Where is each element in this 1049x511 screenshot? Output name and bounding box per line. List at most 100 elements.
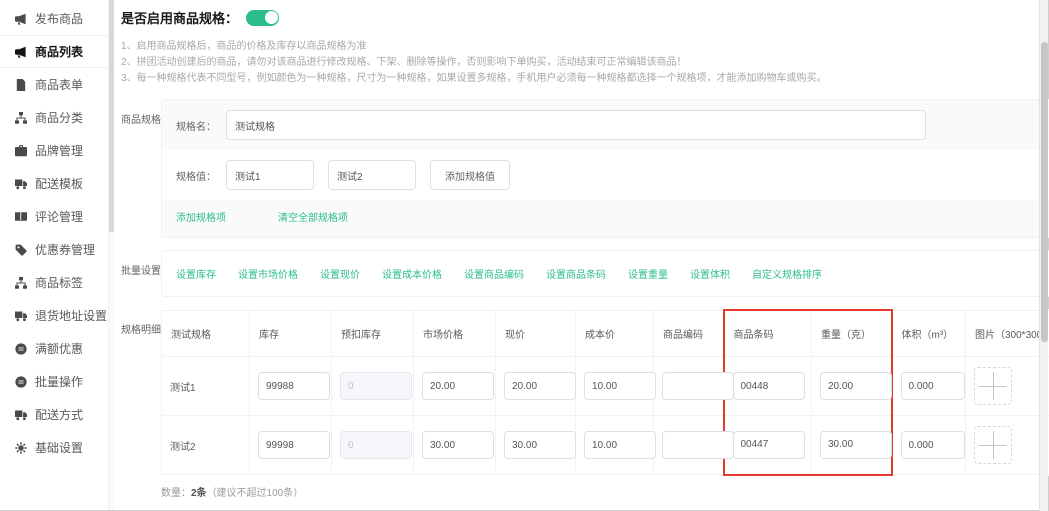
stock-input[interactable] [258, 372, 330, 400]
withhold-stock-input [340, 372, 412, 400]
sidebar-item-product-list[interactable]: 商品列表 [0, 35, 114, 68]
col-header-cost: 成本价 [576, 310, 654, 357]
market-price-input[interactable] [422, 372, 494, 400]
sidebar-item-delivery-template[interactable]: 配送模板 [0, 167, 114, 200]
col-header-volume: 体积（m³） [892, 310, 966, 357]
page-header: 是否启用商品规格： [121, 8, 1049, 27]
spec-value-input[interactable] [328, 160, 416, 190]
set-cost-price-link[interactable]: 设置成本价格 [382, 266, 442, 281]
volume-input[interactable] [901, 431, 965, 459]
tag-icon [15, 244, 27, 256]
set-price-link[interactable]: 设置现价 [320, 266, 360, 281]
col-header-price: 现价 [496, 310, 576, 357]
sidebar-item-product-category[interactable]: 商品分类 [0, 101, 114, 134]
product-code-input[interactable] [662, 372, 734, 400]
set-market-price-link[interactable]: 设置市场价格 [238, 266, 298, 281]
col-header-market-price: 市场价格 [414, 310, 496, 357]
stock-input[interactable] [258, 431, 330, 459]
set-volume-link[interactable]: 设置体积 [690, 266, 730, 281]
row-count-text: 数量：2条（建议不超过100条） [161, 484, 1049, 499]
barcode-input[interactable] [733, 372, 805, 400]
col-header-image: 图片（300*300） [966, 310, 1049, 357]
spec-detail-table: 测试规格 库存 预扣库存 市场价格 现价 成本价 商品编码 商品条码 重量（克）… [161, 309, 1049, 476]
cost-input[interactable] [584, 431, 656, 459]
main-content: 是否启用商品规格： 1、启用商品规格后，商品的价格及库存以商品规格为准 2、拼团… [114, 0, 1049, 510]
col-header-withhold-stock: 预扣库存 [332, 310, 414, 357]
sidebar-item-publish-product[interactable]: 发布商品 [0, 2, 114, 35]
megaphone-icon [15, 46, 27, 58]
gear-icon [15, 442, 27, 454]
col-header-barcode: 商品条码 [724, 310, 812, 357]
set-weight-link[interactable]: 设置重量 [628, 266, 668, 281]
set-stock-link[interactable]: 设置库存 [176, 266, 216, 281]
document-icon [15, 79, 27, 91]
sidebar-item-label: 评论管理 [35, 208, 83, 225]
page-scrollbar[interactable] [1039, 0, 1048, 511]
sidebar-item-product-tags[interactable]: 商品标签 [0, 266, 114, 299]
spec-detail-table-wrap: 测试规格 库存 预扣库存 市场价格 现价 成本价 商品编码 商品条码 重量（克）… [161, 309, 1049, 476]
sidebar-item-return-address[interactable]: 退货地址设置 [0, 299, 114, 332]
table-row: 测试1 [162, 357, 1049, 416]
volume-input[interactable] [901, 372, 965, 400]
spec-name-input[interactable] [226, 110, 926, 140]
custom-spec-sort-link[interactable]: 自定义规格排序 [752, 266, 822, 281]
spec-value-row: 规格值： 添加规格值 [162, 150, 1049, 200]
sidebar: 发布商品 商品列表 商品表单 商品分类 品牌管理 配送模板 评论管理 优惠券管 [0, 0, 114, 510]
sidebar-item-label: 商品分类 [35, 109, 83, 126]
spec-box: 规格名： 规格值： 添加规格值 添加规格项 清空全部规格项 [161, 99, 1049, 238]
image-upload-button[interactable] [974, 426, 1012, 464]
row-spec-name: 测试2 [162, 416, 250, 475]
col-header-spec: 测试规格 [162, 310, 250, 357]
sidebar-item-label: 优惠券管理 [35, 241, 95, 258]
set-product-code-link[interactable]: 设置商品编码 [464, 266, 524, 281]
add-spec-item-link[interactable]: 添加规格项 [176, 212, 226, 225]
sidebar-item-coupon-management[interactable]: 优惠券管理 [0, 233, 114, 266]
weight-input[interactable] [820, 431, 892, 459]
table-row: 测试2 [162, 416, 1049, 475]
clear-all-spec-link[interactable]: 清空全部规格项 [278, 212, 348, 225]
sidebar-item-label: 配送方式 [35, 406, 83, 423]
sidebar-item-delivery-method[interactable]: 配送方式 [0, 398, 114, 431]
briefcase-icon [15, 145, 27, 157]
enable-spec-toggle[interactable] [246, 10, 279, 26]
tip-line: 2、拼团活动创建后的商品，请勿对该商品进行修改规格、下架、删除等操作，否则影响下… [121, 55, 1049, 71]
batch-section-label: 批量设置 [121, 250, 161, 277]
sidebar-item-basic-settings[interactable]: 基础设置 [0, 431, 114, 464]
book-icon [15, 211, 27, 223]
sidebar-item-label: 基础设置 [35, 439, 83, 456]
coin-icon [15, 376, 27, 388]
sidebar-item-label: 品牌管理 [35, 142, 83, 159]
batch-box: 设置库存 设置市场价格 设置现价 设置成本价格 设置商品编码 设置商品条码 设置… [161, 250, 1049, 297]
weight-input[interactable] [820, 372, 892, 400]
image-upload-button[interactable] [974, 367, 1012, 405]
sidebar-item-product-form[interactable]: 商品表单 [0, 68, 114, 101]
market-price-input[interactable] [422, 431, 494, 459]
sidebar-item-label: 发布商品 [35, 10, 83, 27]
sidebar-item-label: 退货地址设置 [35, 307, 107, 324]
toggle-knob [265, 11, 278, 24]
tip-line: 1、启用商品规格后，商品的价格及库存以商品规格为准 [121, 39, 1049, 55]
sidebar-item-batch-operation[interactable]: 批量操作 [0, 365, 114, 398]
product-code-input[interactable] [662, 431, 734, 459]
spec-value-input[interactable] [226, 160, 314, 190]
price-input[interactable] [504, 372, 576, 400]
page-scrollbar-thumb[interactable] [1041, 42, 1048, 342]
detail-section: 规格明细 测试规格 库存 预扣库存 市场价格 现价 [121, 309, 1049, 476]
megaphone-icon [15, 13, 27, 25]
barcode-input[interactable] [733, 431, 805, 459]
sidebar-item-brand-management[interactable]: 品牌管理 [0, 134, 114, 167]
set-barcode-link[interactable]: 设置商品条码 [546, 266, 606, 281]
cost-input[interactable] [584, 372, 656, 400]
spec-section-label: 商品规格 [121, 99, 161, 126]
spec-name-label: 规格名： [176, 118, 216, 133]
sidebar-item-label: 批量操作 [35, 373, 83, 390]
table-header-row: 测试规格 库存 预扣库存 市场价格 现价 成本价 商品编码 商品条码 重量（克）… [162, 310, 1049, 357]
add-spec-value-button[interactable]: 添加规格值 [430, 160, 510, 190]
sidebar-item-full-discount[interactable]: 满额优惠 [0, 332, 114, 365]
spec-name-row: 规格名： [162, 100, 1049, 150]
sidebar-item-review-management[interactable]: 评论管理 [0, 200, 114, 233]
spec-links-row: 添加规格项 清空全部规格项 [162, 200, 1049, 237]
truck-icon [15, 178, 27, 190]
row-spec-name: 测试1 [162, 357, 250, 416]
price-input[interactable] [504, 431, 576, 459]
